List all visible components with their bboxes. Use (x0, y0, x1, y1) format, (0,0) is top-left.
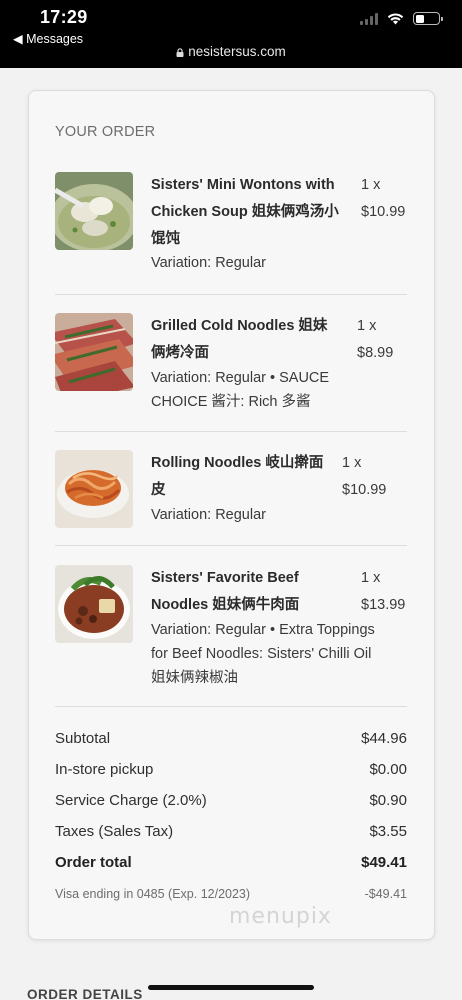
tax-label: Taxes (Sales Tax) (55, 823, 174, 840)
item-quantity: 1 x (361, 570, 381, 586)
tax-value: $3.55 (369, 823, 407, 840)
order-item: Sisters' Favorite Beef Noodles 姐妹俩牛肉面 Va… (55, 565, 407, 690)
status-icons (360, 12, 443, 25)
status-time: 17:29 (40, 7, 88, 27)
item-variation: Variation: Regular (151, 507, 266, 523)
order-details-heading: ORDER DETAILS (27, 987, 143, 1000)
wonton-soup-photo (55, 172, 133, 250)
home-indicator[interactable] (148, 985, 314, 990)
item-variation: Variation: Regular (151, 255, 266, 271)
browser-top-bar: 17:29 ◀ Messages nesistersus.com (0, 0, 462, 68)
item-quantity: 1 x (342, 455, 362, 471)
url-text: nesistersus.com (188, 44, 286, 59)
item-name: Grilled Cold Noodles 姐妹 俩烤冷面 (151, 318, 328, 361)
address-bar[interactable]: nesistersus.com (0, 44, 462, 59)
order-total-value: $49.41 (361, 854, 407, 871)
item-variation: Variation: Regular • SAUCE CHOICE 酱汁: Ri… (151, 370, 330, 410)
payment-amount: -$49.41 (364, 887, 407, 901)
your-order-heading: YOUR ORDER (55, 124, 156, 140)
grilled-cold-noodles-photo (55, 313, 133, 391)
subtotal-label: Subtotal (55, 730, 111, 747)
item-quantity: 1 x (357, 318, 377, 334)
item-name: Rolling Noodles 岐山擀面 皮 (151, 455, 324, 498)
item-price: $13.99 (361, 597, 406, 613)
order-total-label: Order total (55, 854, 132, 871)
rolling-noodles-photo (55, 450, 133, 528)
service-charge-row: Service Charge (2.0%) $0.90 (55, 792, 407, 809)
item-price: $10.99 (342, 482, 387, 498)
item-price: $10.99 (361, 204, 406, 220)
item-divider (55, 294, 407, 295)
watermark: menupix (229, 904, 332, 929)
order-item: Sisters' Mini Wontons with Chicken Soup … (55, 172, 407, 282)
subtotal-row: Subtotal $44.96 (55, 730, 407, 747)
service-charge-label: Service Charge (2.0%) (55, 792, 207, 809)
battery-icon (413, 12, 443, 25)
item-divider (55, 431, 407, 432)
summary-divider (55, 706, 407, 707)
pickup-row: In-store pickup $0.00 (55, 761, 407, 778)
item-quantity: 1 x (361, 177, 381, 193)
service-charge-value: $0.90 (369, 792, 407, 809)
order-item: Rolling Noodles 岐山擀面 皮 Variation: Regula… (55, 450, 407, 530)
item-divider (55, 545, 407, 546)
lock-icon (176, 48, 184, 57)
order-summary-card: YOUR ORDER Sisters' Mini Wontons with Ch… (28, 90, 435, 940)
item-price: $8.99 (357, 345, 394, 361)
cellular-signal-icon (360, 13, 378, 25)
payment-method-label: Visa ending in 0485 (Exp. 12/2023) (55, 887, 251, 901)
tax-row: Taxes (Sales Tax) $3.55 (55, 823, 407, 840)
wifi-icon (387, 13, 404, 25)
beef-noodles-photo (55, 565, 133, 643)
pickup-label: In-store pickup (55, 761, 154, 778)
item-name: Sisters' Favorite Beef Noodles 姐妹俩牛肉面 (151, 570, 300, 613)
subtotal-value: $44.96 (361, 730, 407, 747)
item-variation: Variation: Regular • Extra Toppings for … (151, 622, 375, 686)
pickup-value: $0.00 (369, 761, 407, 778)
payment-row: Visa ending in 0485 (Exp. 12/2023) -$49.… (55, 887, 407, 901)
item-name: Sisters' Mini Wontons with Chicken Soup … (151, 177, 339, 247)
order-total-row: Order total $49.41 (55, 854, 407, 871)
order-item: Grilled Cold Noodles 姐妹 俩烤冷面 Variation: … (55, 313, 407, 413)
